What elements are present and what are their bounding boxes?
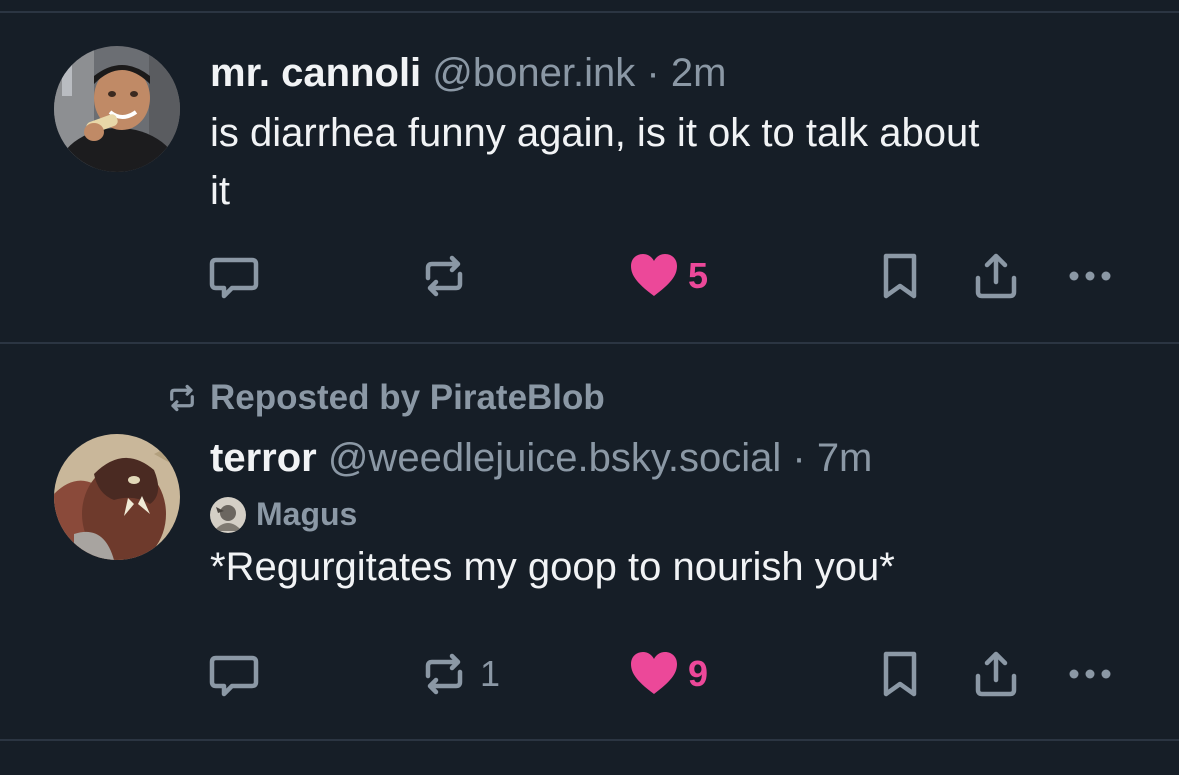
- avatar[interactable]: [54, 46, 180, 172]
- separator-dot: ·: [646, 51, 660, 95]
- bookmark-icon: [883, 253, 917, 299]
- display-name[interactable]: mr. cannoli: [210, 51, 421, 95]
- repost-button[interactable]: 1: [416, 646, 500, 702]
- separator-dot: ·: [792, 436, 806, 480]
- heart-icon: [631, 652, 677, 694]
- bookmark-button[interactable]: [878, 646, 922, 702]
- post-text-line-1: is diarrhea funny again, is it ok to tal…: [210, 111, 980, 155]
- post-content: terror @weedlejuice.bsky.social · 7m Mag…: [210, 434, 1139, 597]
- post-1[interactable]: mr. cannoli @boner.ink · 2m is diarrhea …: [0, 13, 1179, 341]
- more-icon: [1069, 669, 1111, 679]
- reply-icon: [209, 655, 259, 697]
- more-button[interactable]: [1064, 248, 1116, 304]
- handle[interactable]: @boner.ink: [432, 51, 635, 95]
- post-header: mr. cannoli @boner.ink · 2m: [210, 49, 1139, 97]
- share-icon: [975, 253, 1017, 299]
- repost-indicator[interactable]: Reposted by PirateBlob: [164, 378, 605, 418]
- like-button[interactable]: 5: [628, 248, 708, 304]
- share-icon: [975, 651, 1017, 697]
- share-button[interactable]: [970, 646, 1022, 702]
- like-count: 5: [688, 255, 709, 296]
- repost-label: Reposted by PirateBlob: [210, 378, 605, 417]
- timestamp[interactable]: 7m: [817, 436, 873, 480]
- post-text: *Regurgitates my goop to nourish you*: [210, 545, 895, 589]
- post-2[interactable]: Reposted by PirateBlob terror @weedlejui…: [0, 344, 1179, 738]
- repost-icon: [425, 653, 463, 695]
- share-button[interactable]: [970, 248, 1022, 304]
- feed-name: Magus: [256, 496, 358, 532]
- action-bar: 5: [206, 248, 1126, 304]
- post-content: mr. cannoli @boner.ink · 2m is diarrhea …: [210, 49, 1139, 221]
- reply-icon: [209, 257, 259, 299]
- like-button[interactable]: 9: [628, 646, 708, 702]
- repost-count: 1: [480, 653, 501, 694]
- heart-icon: [631, 254, 677, 296]
- repost-icon: [170, 384, 194, 412]
- display-name[interactable]: terror: [210, 436, 317, 480]
- repost-button[interactable]: [416, 248, 480, 304]
- bookmark-icon: [883, 651, 917, 697]
- avatar[interactable]: [54, 434, 180, 560]
- feed-avatar-icon: [210, 496, 246, 533]
- timestamp[interactable]: 2m: [671, 51, 727, 95]
- like-count: 9: [688, 653, 709, 694]
- reply-button[interactable]: [206, 248, 270, 304]
- feed-label[interactable]: Magus: [210, 496, 1139, 533]
- more-icon: [1069, 271, 1111, 281]
- post-text: is diarrhea funny again, is it ok to tal…: [210, 103, 1139, 221]
- reply-button[interactable]: [206, 646, 270, 702]
- post-text-line-2: it: [210, 169, 230, 213]
- post-header: terror @weedlejuice.bsky.social · 7m: [210, 434, 1139, 482]
- bookmark-button[interactable]: [878, 248, 922, 304]
- handle[interactable]: @weedlejuice.bsky.social: [328, 436, 781, 480]
- repost-icon: [425, 255, 463, 297]
- more-button[interactable]: [1064, 646, 1116, 702]
- bottom-divider: [0, 739, 1179, 741]
- action-bar: 1 9: [206, 646, 1126, 702]
